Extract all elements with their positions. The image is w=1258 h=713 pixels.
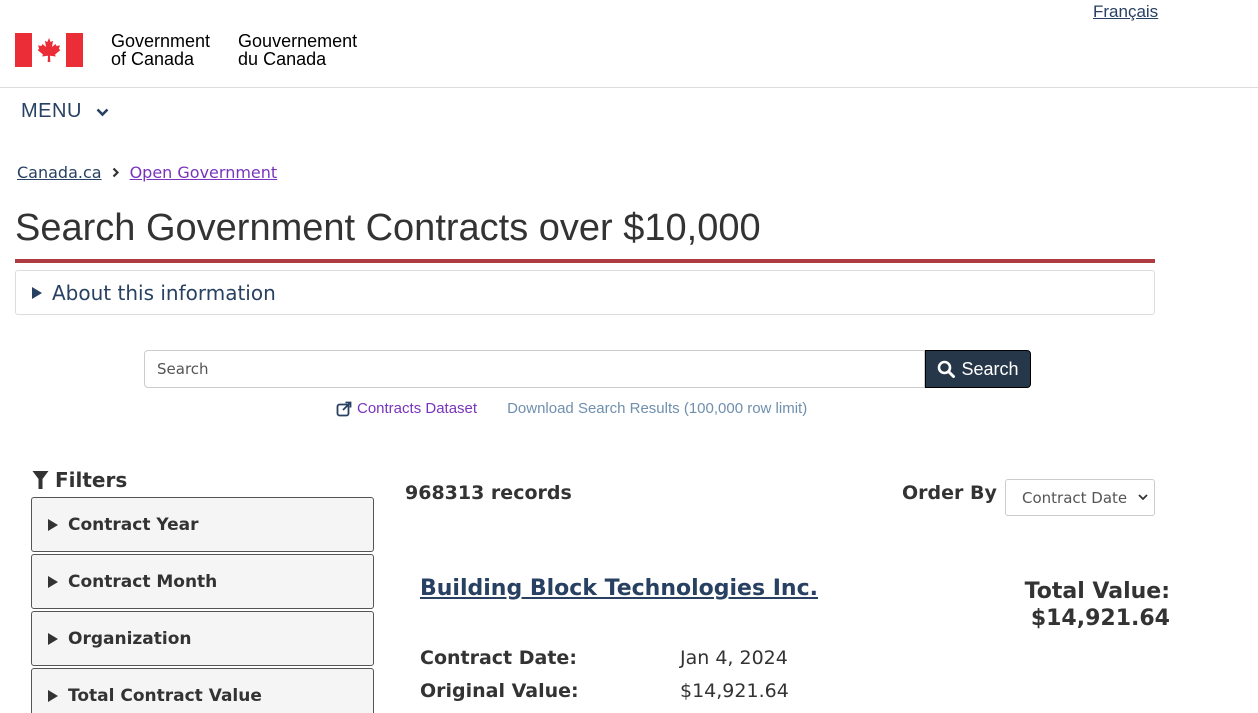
download-results-link[interactable]: Download Search Results (100,000 row lim…	[507, 400, 807, 417]
expand-triangle-icon	[48, 632, 58, 645]
result-vendor-link[interactable]: Building Block Technologies Inc.	[420, 576, 818, 601]
expand-triangle-icon	[48, 689, 58, 702]
about-label: About this information	[52, 280, 276, 305]
expand-triangle-icon	[48, 575, 58, 588]
order-by-value: Contract Date	[1022, 488, 1128, 507]
original-value-label: Original Value:	[420, 680, 579, 702]
original-value-amount: $14,921.64	[680, 680, 789, 702]
search-icon	[938, 360, 956, 378]
filter-total-contract-value[interactable]: Total Contract Value	[31, 668, 374, 713]
total-value-label: Total Value:	[1024, 579, 1170, 604]
order-by-label: Order By	[902, 482, 997, 504]
chevron-down-icon	[1138, 494, 1148, 501]
page-title: Search Government Contracts over $10,000	[15, 207, 761, 249]
wordmark-english: Government of Canada	[111, 31, 211, 69]
records-count: 968313 records	[405, 482, 572, 504]
filter-contract-year[interactable]: Contract Year	[31, 497, 374, 552]
chevron-down-icon	[96, 108, 109, 117]
filter-label: Contract Month	[68, 571, 218, 592]
filter-organization[interactable]: Organization	[31, 611, 374, 666]
contract-date-value: Jan 4, 2024	[680, 647, 788, 669]
breadcrumb: Canada.ca Open Government	[17, 163, 277, 182]
total-value-amount: $14,921.64	[1030, 606, 1170, 631]
search-button-label: Search	[961, 358, 1019, 379]
canada-flag-icon	[15, 33, 83, 67]
expand-triangle-icon	[32, 286, 42, 299]
language-toggle-link[interactable]: Français	[1093, 2, 1158, 22]
expand-triangle-icon	[48, 518, 58, 531]
title-underline	[15, 259, 1155, 263]
filters-heading: Filters	[32, 468, 127, 492]
breadcrumb-open-government-link[interactable]: Open Government	[130, 163, 278, 182]
chevron-right-icon	[112, 167, 119, 178]
search-input[interactable]	[144, 350, 925, 388]
dataset-links: Contracts Dataset Download Search Result…	[336, 400, 807, 417]
about-information-toggle[interactable]: About this information	[15, 270, 1155, 315]
filter-contract-month[interactable]: Contract Month	[31, 554, 374, 609]
filter-icon	[32, 471, 49, 489]
search-button[interactable]: Search	[925, 350, 1031, 388]
search-form: Search	[144, 350, 1031, 388]
header-divider	[0, 87, 1258, 88]
filter-label: Organization	[68, 628, 192, 649]
contract-date-label: Contract Date:	[420, 647, 577, 669]
goc-signature[interactable]: Government of Canada Gouvernement du Can…	[15, 32, 357, 68]
external-link-icon	[336, 401, 352, 416]
result-total-value: Total Value: $14,921.64	[1025, 578, 1170, 632]
contracts-dataset-link[interactable]: Contracts Dataset	[336, 400, 477, 417]
filter-label: Total Contract Value	[68, 685, 262, 706]
breadcrumb-canada-link[interactable]: Canada.ca	[17, 163, 102, 182]
contracts-dataset-label: Contracts Dataset	[357, 400, 478, 417]
order-by-select[interactable]: Contract Date	[1005, 479, 1155, 516]
wordmark-french: Gouvernement du Canada	[238, 31, 358, 69]
menu-button[interactable]: MENU	[21, 100, 109, 123]
filters-label: Filters	[55, 468, 128, 492]
menu-label: MENU	[21, 100, 82, 122]
filter-label: Contract Year	[68, 514, 199, 535]
